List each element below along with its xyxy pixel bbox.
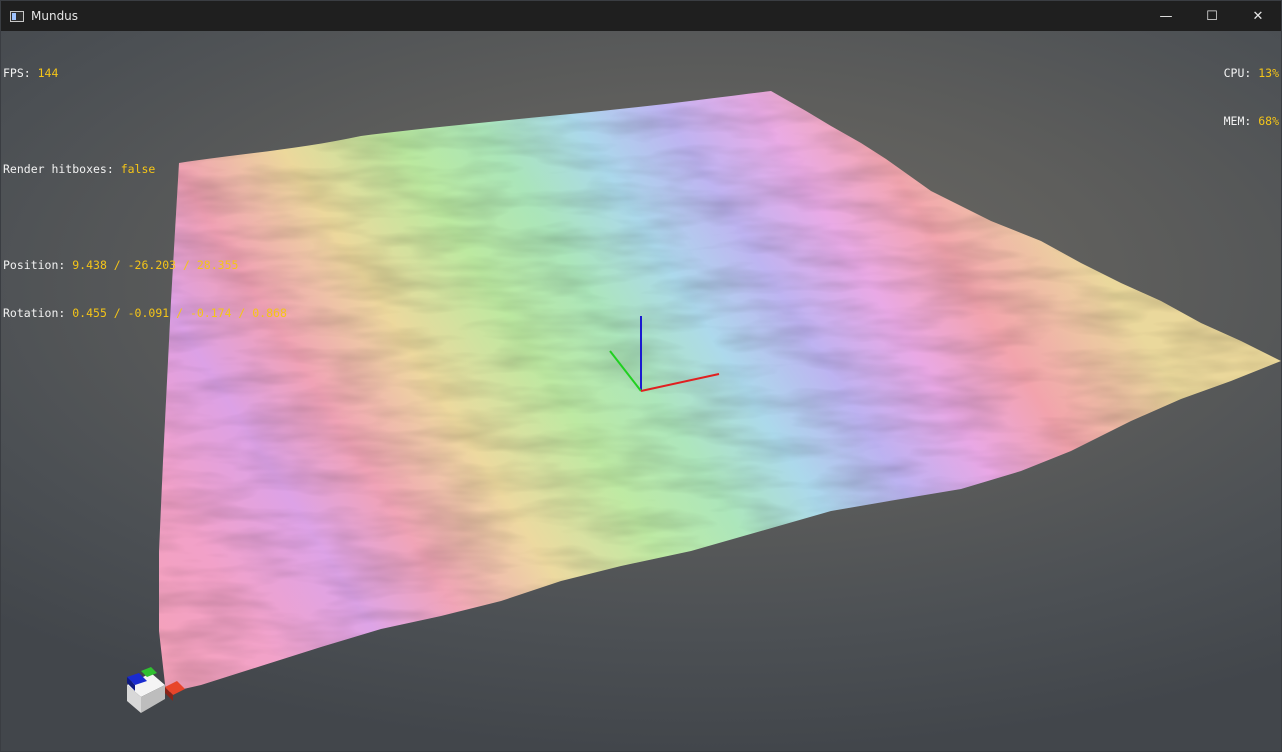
close-button[interactable]: ✕ (1235, 1, 1281, 31)
window-title: Mundus (31, 9, 79, 23)
fps-line: FPS: 144 (3, 65, 287, 81)
fps-label: FPS: (3, 66, 38, 80)
rotation-line: Rotation: 0.455 / -0.091 / -0.174 / 0.86… (3, 305, 287, 321)
maximize-button[interactable]: ☐ (1189, 1, 1235, 31)
mem-value: 68% (1258, 114, 1279, 128)
position-line: Position: 9.438 / -26.203 / 28.355 (3, 257, 287, 273)
app-window-icon (10, 10, 24, 22)
terrain-mesh (159, 91, 1281, 693)
cpu-line: CPU: 13% (1224, 65, 1279, 81)
rotation-value: 0.455 / -0.091 / -0.174 / 0.868 (72, 306, 287, 320)
cpu-value: 13% (1258, 66, 1279, 80)
window-controls: — ☐ ✕ (1143, 1, 1281, 31)
3d-viewport[interactable]: FPS: 144 Render hitboxes: false Position… (1, 31, 1281, 751)
mem-label: MEM: (1223, 114, 1259, 128)
app-window: Mundus — ☐ ✕ FPS: 144 Render hitboxes: f… (0, 0, 1282, 752)
close-icon: ✕ (1252, 8, 1264, 24)
position-label: Position: (3, 258, 73, 272)
minimize-icon: — (1159, 8, 1173, 24)
fps-value: 144 (37, 66, 59, 80)
system-stats-overlay: CPU: 13% MEM: 68% (1224, 33, 1279, 161)
minimize-button[interactable]: — (1143, 1, 1189, 31)
debug-overlay: FPS: 144 Render hitboxes: false Position… (3, 33, 287, 353)
maximize-icon: ☐ (1206, 8, 1218, 24)
hitboxes-value: false (120, 162, 156, 176)
mem-line: MEM: 68% (1224, 113, 1279, 129)
title-bar[interactable]: Mundus — ☐ ✕ (1, 1, 1281, 31)
rotation-label: Rotation: (3, 306, 73, 320)
cpu-label: CPU: (1223, 66, 1259, 80)
position-value: 9.438 / -26.203 / 28.355 (72, 258, 239, 272)
hitboxes-line: Render hitboxes: false (3, 161, 287, 177)
hitboxes-label: Render hitboxes: (3, 162, 121, 176)
